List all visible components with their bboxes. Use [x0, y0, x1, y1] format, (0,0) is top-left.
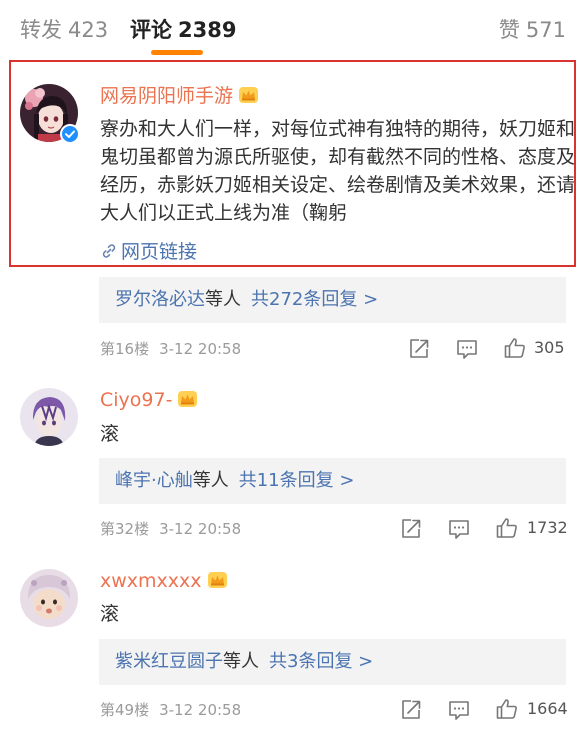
comment-meta: 第49楼 3-12 20:58 — [100, 699, 241, 721]
reply-count-link[interactable]: 共3条回复 > — [269, 651, 373, 672]
web-link[interactable]: 网页链接 — [100, 239, 197, 265]
thumbs-up-icon[interactable] — [495, 516, 519, 540]
comment-body: 寮办和大人们一样，对每位式神有独特的期待，妖刀姬和鬼切虽都曾为源氏所驱使，却有截… — [100, 118, 575, 224]
reply-summary[interactable]: 紫米红豆圆子等人 共3条回复 > — [99, 639, 566, 685]
tab-comment-count: 2389 — [178, 18, 237, 42]
reply-comment-icon[interactable] — [455, 337, 479, 361]
comment-time: 3-12 20:58 — [159, 520, 242, 538]
share-icon[interactable] — [407, 337, 431, 361]
verified-badge-icon — [60, 124, 80, 144]
vip-crown-icon — [239, 87, 259, 103]
link-icon — [102, 244, 116, 258]
username-text: xwxmxxxx — [100, 570, 202, 592]
avatar-baby-icon — [20, 569, 78, 627]
web-link-text: 网页链接 — [121, 241, 198, 263]
reply-comment-icon[interactable] — [447, 517, 471, 541]
comment-meta: 第32楼 3-12 20:58 — [100, 518, 241, 540]
tab-like-label: 赞 — [498, 18, 520, 42]
floor-number: 第16楼 — [100, 340, 150, 358]
comment-username[interactable]: xwxmxxxx — [100, 568, 228, 594]
comment-meta: 第16楼 3-12 20:58 — [100, 338, 241, 360]
reply-suffix: 等人 — [192, 470, 229, 491]
floor-number: 第32楼 — [100, 520, 150, 538]
share-icon[interactable] — [399, 698, 423, 722]
reply-summary[interactable]: 峰宇·心舢等人 共11条回复 > — [99, 458, 566, 504]
comment-tabs: 转发 423 评论 2389 赞 571 — [0, 0, 586, 56]
reply-names[interactable]: 峰宇·心舢 — [115, 470, 193, 491]
reply-count-link[interactable]: 共11条回复 > — [239, 470, 355, 491]
like-count: 305 — [534, 338, 565, 357]
username-text: 网易阴阳师手游 — [100, 85, 234, 107]
tab-like-count: 571 — [525, 18, 566, 42]
comment-time: 3-12 20:58 — [159, 340, 242, 358]
thumbs-up-icon[interactable] — [503, 336, 527, 360]
comment-body: 滚 — [100, 423, 120, 445]
comment-username[interactable]: 网易阴阳师手游 — [100, 83, 259, 109]
reply-count-link[interactable]: 共272条回复 > — [251, 289, 378, 310]
tab-comment[interactable]: 评论 2389 — [130, 16, 236, 44]
reply-summary[interactable]: 罗尔洛必达等人 共272条回复 > — [99, 277, 566, 323]
reply-names[interactable]: 紫米红豆圆子 — [115, 651, 223, 672]
share-icon[interactable] — [399, 517, 423, 541]
comment-username[interactable]: Ciyo97- — [100, 387, 198, 413]
comment-body: 滚 — [100, 603, 120, 625]
tab-comment-label: 评论 — [130, 18, 172, 42]
reply-names[interactable]: 罗尔洛必达 — [115, 289, 205, 310]
vip-crown-icon — [207, 572, 227, 588]
checkmark-icon — [65, 130, 75, 138]
tab-repost-label: 转发 — [20, 18, 62, 42]
tab-repost-count: 423 — [68, 18, 109, 42]
reply-suffix: 等人 — [205, 289, 241, 310]
reply-suffix: 等人 — [223, 651, 259, 672]
vip-crown-icon — [178, 391, 198, 407]
like-count: 1664 — [527, 699, 568, 718]
avatar[interactable] — [20, 569, 78, 627]
floor-number: 第49楼 — [100, 701, 150, 719]
thumbs-up-icon[interactable] — [495, 697, 519, 721]
comment-time: 3-12 20:58 — [159, 701, 242, 719]
reply-comment-icon[interactable] — [447, 698, 471, 722]
like-count: 1732 — [527, 518, 568, 537]
avatar-purple-hair-icon — [20, 388, 78, 446]
tab-like[interactable]: 赞 571 — [499, 16, 566, 44]
avatar[interactable] — [20, 388, 78, 446]
username-text: Ciyo97- — [100, 389, 173, 411]
tab-repost[interactable]: 转发 423 — [20, 16, 108, 44]
active-tab-indicator — [151, 50, 203, 55]
